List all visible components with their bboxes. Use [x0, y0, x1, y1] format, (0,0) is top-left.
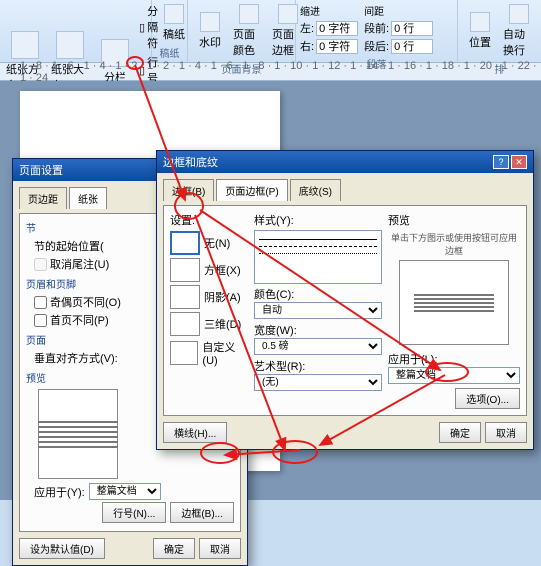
art-label: 艺术型(R): — [254, 358, 382, 374]
size-icon — [56, 31, 84, 59]
style-label: 样式(Y): — [254, 212, 382, 228]
options-button[interactable]: 选项(O)... — [455, 388, 520, 409]
group-label: 稿纸 — [156, 44, 183, 61]
preview-hint: 单击下方图示或使用按钮可应用边框 — [388, 231, 520, 257]
page-borders-icon — [278, 4, 298, 24]
ribbon: 纸张方向 纸张大小 分栏 ▯分隔符 ▯行号 ▯断字 页面设置 稿纸 稿纸 水印 … — [0, 0, 541, 63]
apply-to-select[interactable]: 整篇文档 — [89, 483, 161, 500]
borders-shading-dialog: 边框和底纹 ? ✕ 边框(B) 页面边框(P) 底纹(S) 设置: 无(N) 方… — [156, 150, 534, 450]
tab-margins[interactable]: 页边距 — [19, 187, 67, 209]
annotation-circle — [126, 56, 144, 70]
color-select[interactable]: 自动 — [254, 302, 382, 319]
watermark-icon — [200, 12, 220, 32]
page-color-button[interactable]: 页面颜色 — [231, 2, 267, 60]
style-list[interactable] — [254, 230, 382, 284]
borders-button[interactable]: 边框(B)... — [170, 502, 234, 523]
line-numbers-button[interactable]: 行号(N)... — [102, 502, 166, 523]
manuscript-icon — [164, 4, 184, 24]
help-icon[interactable]: ? — [493, 155, 509, 169]
dialog-titlebar[interactable]: 边框和底纹 ? ✕ — [157, 151, 533, 173]
position-button[interactable]: 位置 — [462, 10, 498, 52]
cancel-button[interactable]: 取消 — [199, 538, 241, 559]
preview-box — [38, 389, 118, 479]
manuscript-button[interactable]: 稿纸 — [156, 2, 192, 44]
width-select[interactable]: 0.5 磅 — [254, 338, 382, 355]
annotation-circle — [425, 362, 469, 382]
odd-even-check[interactable] — [34, 296, 47, 309]
spacing-label: 间距 — [364, 2, 433, 19]
width-label: 宽度(W): — [254, 322, 382, 338]
setting-none[interactable]: 无(N) — [170, 231, 248, 255]
annotation-circle — [272, 440, 318, 464]
preview-box — [399, 260, 509, 345]
tab-page-border[interactable]: 页面边框(P) — [216, 179, 287, 201]
suppress-endnotes-check — [34, 258, 47, 271]
wrap-icon — [509, 4, 529, 24]
annotation-circle — [174, 192, 204, 220]
art-select[interactable]: (无) — [254, 374, 382, 391]
space-before-input[interactable]: 0 行 — [391, 21, 433, 36]
annotation-circle — [200, 442, 240, 464]
tab-shading[interactable]: 底纹(S) — [290, 179, 341, 201]
page-color-icon — [239, 4, 259, 24]
watermark-button[interactable]: 水印 — [192, 10, 228, 52]
cancel-button[interactable]: 取消 — [485, 422, 527, 443]
ok-button[interactable]: 确定 — [153, 538, 195, 559]
tab-paper[interactable]: 纸张 — [69, 187, 107, 209]
space-after-input[interactable]: 0 行 — [391, 39, 433, 54]
setting-shadow[interactable]: 阴影(A) — [170, 285, 248, 309]
position-icon — [470, 12, 490, 32]
indent-label: 缩进 — [300, 2, 358, 19]
ruler: 1 · 8 · 1 · 6 · 1 · 4 · 1 · 2 · 1 · 2 · … — [0, 63, 541, 81]
setting-3d[interactable]: 三维(D) — [170, 312, 248, 336]
first-page-check[interactable] — [34, 314, 47, 327]
preview-label: 预览 — [388, 212, 520, 228]
set-default-button[interactable]: 设为默认值(D) — [19, 538, 105, 559]
setting-custom[interactable]: 自定义(U) — [170, 339, 248, 367]
color-label: 颜色(C): — [254, 286, 382, 302]
horizontal-line-button[interactable]: 横线(H)... — [163, 422, 227, 443]
wrap-text-button[interactable]: 自动换行 — [501, 2, 537, 60]
close-icon[interactable]: ✕ — [511, 155, 527, 169]
ok-button[interactable]: 确定 — [439, 422, 481, 443]
indent-right-input[interactable]: 0 字符 — [316, 39, 358, 54]
orientation-icon — [11, 31, 39, 59]
setting-box[interactable]: 方框(X) — [170, 258, 248, 282]
indent-left-input[interactable]: 0 字符 — [316, 21, 358, 36]
